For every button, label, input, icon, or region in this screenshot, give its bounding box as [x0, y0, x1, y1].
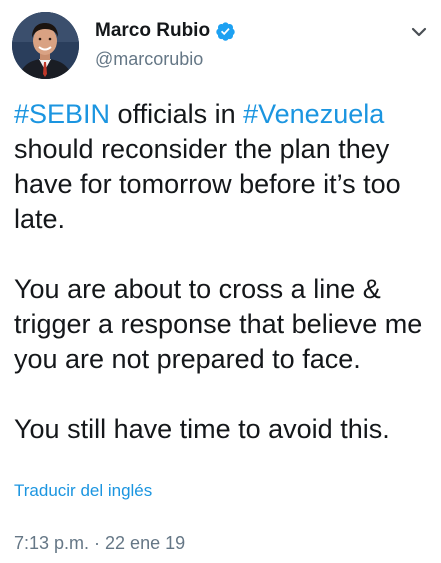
hashtag-venezuela-link[interactable]: #Venezuela	[243, 99, 384, 129]
tweet-paragraph-1: #SEBIN officials in #Venezuela should re…	[14, 97, 434, 237]
chevron-down-icon[interactable]	[409, 22, 429, 42]
verified-badge-icon	[215, 21, 236, 42]
tweet-timestamp[interactable]: 7:13 p.m. · 22 ene 19	[14, 533, 185, 554]
author-name-row: Marco Rubio	[95, 18, 236, 44]
tweet-paragraph-2: You are about to cross a line & trigger …	[14, 274, 423, 374]
tweet-paragraph-3: You still have time to avoid this.	[14, 414, 390, 444]
author-name[interactable]: Marco Rubio	[95, 20, 210, 42]
tweet-text-segment: should reconsider the plan they have for…	[14, 134, 401, 234]
translate-tweet-link[interactable]: Traducir del inglés	[14, 481, 152, 501]
tweet-card: Marco Rubio @marcorubio #SEBIN officials…	[0, 0, 441, 563]
tweet-text: #SEBIN officials in #Venezuela should re…	[14, 97, 434, 482]
author-handle[interactable]: @marcorubio	[95, 49, 203, 70]
avatar-image	[12, 12, 79, 79]
hashtag-sebin-link[interactable]: #SEBIN	[14, 99, 110, 129]
avatar[interactable]	[12, 12, 79, 79]
tweet-text-segment: officials in	[110, 99, 244, 129]
